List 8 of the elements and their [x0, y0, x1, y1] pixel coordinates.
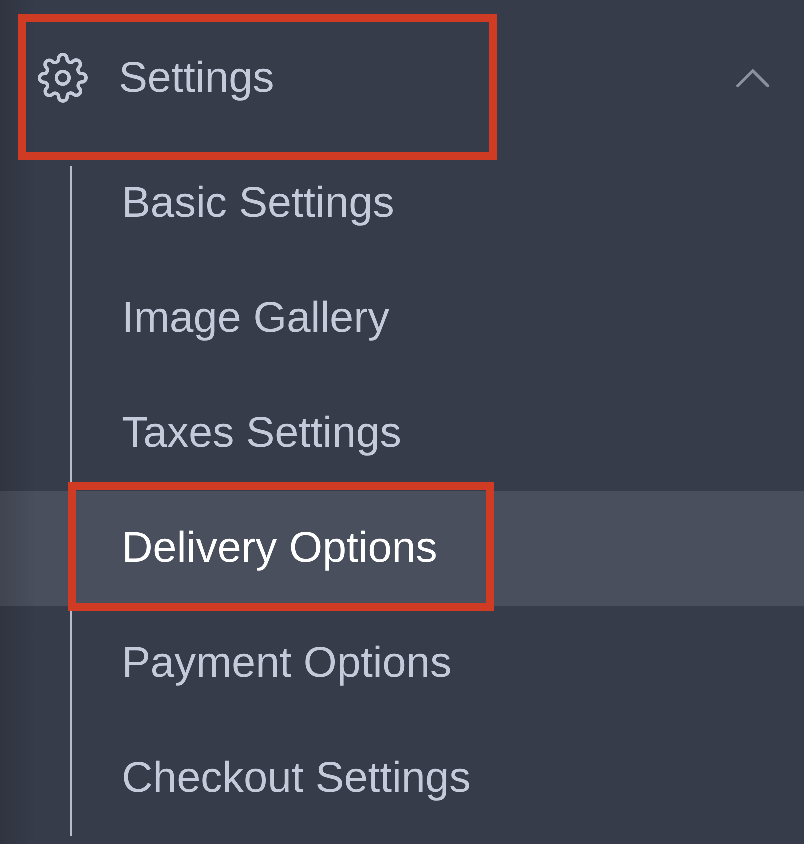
submenu-item[interactable]: Taxes Settings [0, 376, 804, 491]
settings-menu-toggle[interactable]: Settings [0, 10, 804, 146]
submenu-item[interactable]: Basic Settings [0, 146, 804, 261]
submenu-item[interactable]: Payment Options [0, 606, 804, 721]
submenu-item[interactable]: Delivery Options [0, 491, 804, 606]
gear-icon [38, 53, 88, 103]
submenu-item[interactable]: Image Gallery [0, 261, 804, 376]
submenu-item[interactable]: Checkout Settings [0, 721, 804, 836]
